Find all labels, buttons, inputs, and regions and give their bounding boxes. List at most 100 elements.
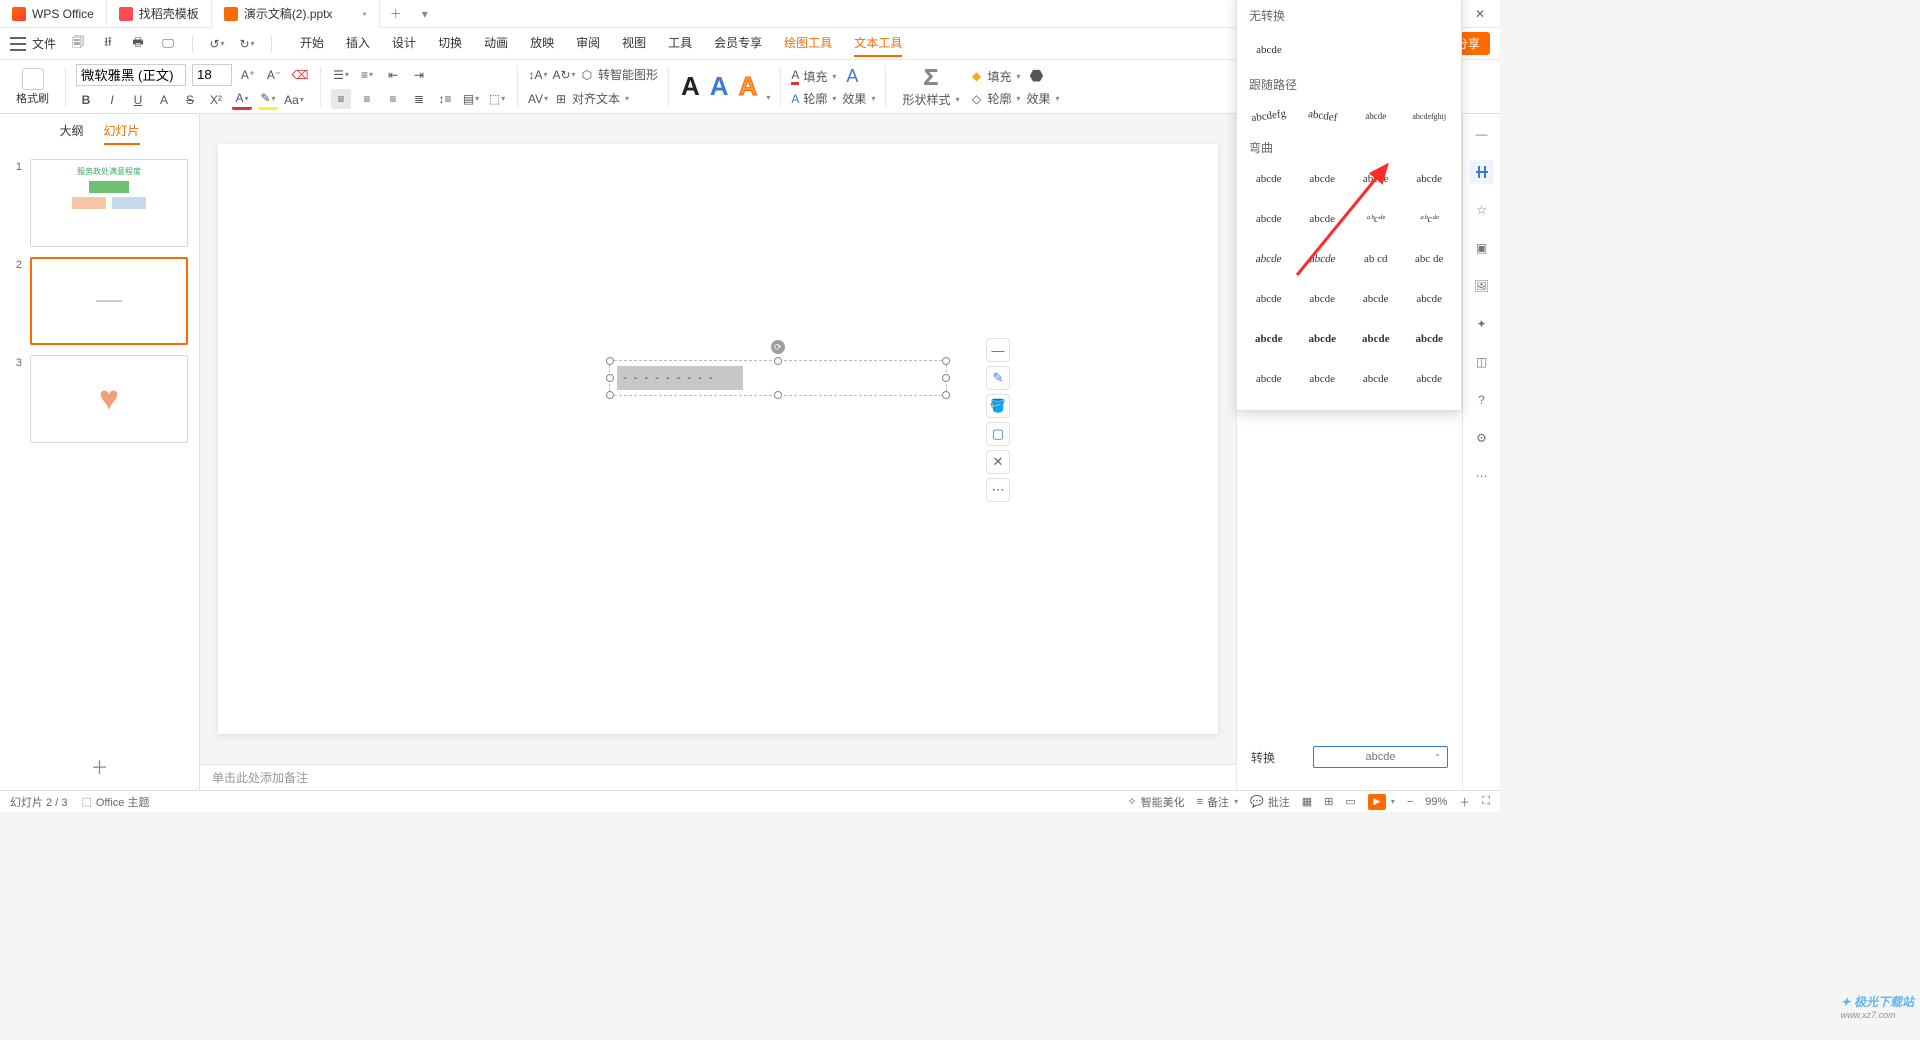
- transform-path-2[interactable]: abcdef: [1296, 96, 1348, 136]
- resize-handle[interactable]: [942, 374, 950, 382]
- transform-bend-5-1[interactable]: abcde: [1299, 362, 1347, 396]
- underline-icon[interactable]: U: [128, 90, 148, 110]
- shape-fill-button[interactable]: ◆填充▾: [969, 68, 1020, 85]
- transform-bend-1-0[interactable]: abcde: [1245, 202, 1293, 236]
- format-brush-group[interactable]: 格式刷: [10, 60, 55, 113]
- tab-view[interactable]: 视图: [622, 30, 646, 57]
- outline-tab[interactable]: 大纲: [59, 122, 83, 145]
- vtb-magic-icon[interactable]: ✦: [1470, 312, 1494, 336]
- resize-handle[interactable]: [774, 357, 782, 365]
- fit-icon[interactable]: ⛶: [1482, 795, 1490, 808]
- text-outline-button[interactable]: A轮廓▾: [791, 90, 836, 107]
- textbox-content[interactable]: - - - - - - - - -: [617, 366, 743, 390]
- float-collapse-icon[interactable]: —: [986, 338, 1010, 362]
- clear-format-icon[interactable]: ⌫: [290, 65, 310, 85]
- tab-insert[interactable]: 插入: [346, 30, 370, 57]
- align-text-button[interactable]: ⊞对齐文本▾: [554, 90, 629, 107]
- transform-bend-5-3[interactable]: abcde: [1406, 362, 1454, 396]
- transform-path-4[interactable]: abcdefghij: [1406, 99, 1454, 133]
- zoom-in-icon[interactable]: ＋: [1459, 794, 1470, 810]
- transform-path-1[interactable]: abcdefg: [1243, 96, 1295, 136]
- print-preview-icon[interactable]: 🖵: [158, 34, 178, 54]
- smart-graphic-button[interactable]: ⬡转智能图形: [580, 66, 658, 83]
- wordart-style-2[interactable]: A: [708, 71, 731, 102]
- tab-wps[interactable]: WPS Office: [0, 0, 107, 28]
- tab-document[interactable]: 演示文稿(2).pptx •: [212, 0, 380, 28]
- vtb-star-icon[interactable]: ☆: [1470, 198, 1494, 222]
- text-fill-button[interactable]: A填充▾: [791, 68, 836, 85]
- list-level-icon[interactable]: ⬚▾: [487, 89, 507, 109]
- print-icon[interactable]: 🖶: [128, 34, 148, 54]
- notes-button[interactable]: ≡备注▾: [1197, 794, 1238, 810]
- transform-bend-3-0[interactable]: abcde: [1245, 282, 1293, 316]
- text-rotate-icon[interactable]: A↻▾: [554, 65, 574, 85]
- align-justify-icon[interactable]: ≣: [409, 89, 429, 109]
- resize-handle[interactable]: [606, 374, 614, 382]
- wordart-style-3[interactable]: A: [737, 71, 760, 102]
- tab-tools[interactable]: 工具: [668, 30, 692, 57]
- transform-path-3[interactable]: abcde: [1352, 99, 1400, 133]
- increase-indent-icon[interactable]: ⇥: [409, 65, 429, 85]
- transform-bend-0-0[interactable]: abcde: [1245, 162, 1293, 196]
- vtb-settings-icon[interactable]: ⚙: [1470, 426, 1494, 450]
- tab-drawing-tools[interactable]: 绘图工具: [784, 30, 832, 57]
- transform-bend-4-1[interactable]: abcde: [1299, 322, 1347, 356]
- slide-thumb-3[interactable]: ♥: [30, 355, 188, 443]
- add-slide-button[interactable]: ＋: [0, 744, 199, 790]
- tab-transition[interactable]: 切换: [438, 30, 462, 57]
- rotate-handle-icon[interactable]: ⟳: [771, 340, 785, 354]
- file-menu[interactable]: 文件: [32, 35, 56, 52]
- columns-icon[interactable]: ▤▾: [461, 89, 481, 109]
- align-left-icon[interactable]: ≡: [331, 89, 351, 109]
- transform-bend-4-2[interactable]: abcde: [1352, 322, 1400, 356]
- tab-member[interactable]: 会员专享: [714, 30, 762, 57]
- undo-icon[interactable]: ↺▾: [207, 34, 227, 54]
- tab-design[interactable]: 设计: [392, 30, 416, 57]
- transform-bend-3-1[interactable]: abcde: [1299, 282, 1347, 316]
- float-layout-icon[interactable]: ▢: [986, 422, 1010, 446]
- vtb-image-icon[interactable]: 🖼: [1470, 274, 1494, 298]
- float-tools-icon[interactable]: ✕: [986, 450, 1010, 474]
- transform-bend-4-0[interactable]: abcde: [1245, 322, 1293, 356]
- transform-bend-5-0[interactable]: abcde: [1245, 362, 1293, 396]
- slides-tab[interactable]: 幻灯片: [104, 122, 140, 145]
- highlight-icon[interactable]: ✎▾: [258, 90, 278, 110]
- align-right-icon[interactable]: ≡: [383, 89, 403, 109]
- float-fill-icon[interactable]: 🪣: [986, 394, 1010, 418]
- transform-none[interactable]: abcde: [1245, 30, 1293, 70]
- view-reading-icon[interactable]: ▭: [1345, 795, 1355, 808]
- transform-bend-5-2[interactable]: abcde: [1352, 362, 1400, 396]
- resize-handle[interactable]: [942, 357, 950, 365]
- export-icon[interactable]: ⭿: [98, 34, 118, 54]
- vtb-help-icon[interactable]: ?: [1470, 388, 1494, 412]
- tab-start[interactable]: 开始: [300, 30, 324, 57]
- tab-review[interactable]: 审阅: [576, 30, 600, 57]
- transform-bend-4-3[interactable]: abcde: [1406, 322, 1454, 356]
- comments-button[interactable]: 💬批注: [1250, 794, 1290, 810]
- shape-style-button[interactable]: 形状样式▾: [902, 91, 959, 108]
- float-more-icon[interactable]: ⋯: [986, 478, 1010, 502]
- vtb-adjust-icon[interactable]: [1470, 160, 1494, 184]
- text-direction-icon[interactable]: ↕A▾: [528, 65, 548, 85]
- vtb-layers-icon[interactable]: ◫: [1470, 350, 1494, 374]
- transform-bend-0-3[interactable]: abcde: [1406, 162, 1454, 196]
- resize-handle[interactable]: [606, 357, 614, 365]
- zoom-out-icon[interactable]: −: [1407, 796, 1413, 808]
- notes-bar[interactable]: 单击此处添加备注: [200, 764, 1236, 790]
- align-center-icon[interactable]: ≡: [357, 89, 377, 109]
- slideshow-button[interactable]: ▶▾: [1368, 794, 1395, 810]
- transform-bend-3-3[interactable]: abcde: [1406, 282, 1454, 316]
- theme-button[interactable]: ⬚Office 主题: [81, 794, 149, 810]
- superscript-icon[interactable]: X²: [206, 90, 226, 110]
- numbering-icon[interactable]: ≡▾: [357, 65, 377, 85]
- decrease-font-icon[interactable]: A⁻: [264, 65, 284, 85]
- transform-select[interactable]: abcde ⌃: [1313, 746, 1448, 768]
- beautify-button[interactable]: ✧智能美化: [1127, 794, 1184, 810]
- save-icon[interactable]: 🗐: [68, 34, 88, 54]
- decrease-indent-icon[interactable]: ⇤: [383, 65, 403, 85]
- shape-outline-button[interactable]: ◇轮廓▾: [969, 90, 1020, 107]
- redo-icon[interactable]: ↻▾: [237, 34, 257, 54]
- tab-animation[interactable]: 动画: [484, 30, 508, 57]
- textbox[interactable]: ⟳ - - - - - - - - -: [613, 364, 943, 392]
- vtb-template-icon[interactable]: ▣: [1470, 236, 1494, 260]
